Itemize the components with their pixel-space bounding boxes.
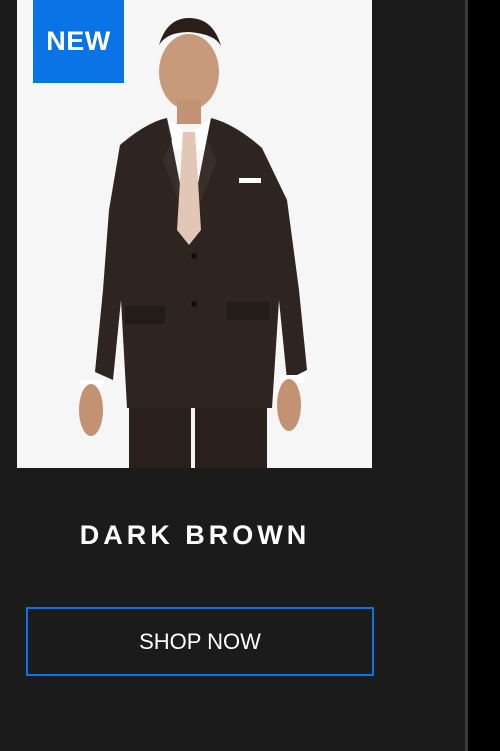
product-name: DARK BROWN bbox=[79, 520, 311, 550]
left-hand bbox=[79, 384, 103, 436]
jacket-button-bottom bbox=[191, 301, 197, 307]
pocket-square bbox=[239, 178, 261, 183]
suit-jacket bbox=[95, 118, 307, 408]
model-head bbox=[159, 34, 219, 110]
model-neck bbox=[177, 100, 201, 124]
left-pocket-flap bbox=[125, 306, 165, 324]
right-pocket-flap bbox=[227, 302, 269, 320]
shop-now-button[interactable]: SHOP NOW bbox=[26, 607, 374, 676]
right-edge-strip bbox=[468, 0, 500, 751]
new-badge: NEW bbox=[33, 0, 124, 83]
left-trouser bbox=[129, 408, 191, 468]
jacket-button-top bbox=[191, 253, 197, 259]
right-hand bbox=[277, 379, 301, 431]
right-trouser bbox=[195, 408, 267, 468]
